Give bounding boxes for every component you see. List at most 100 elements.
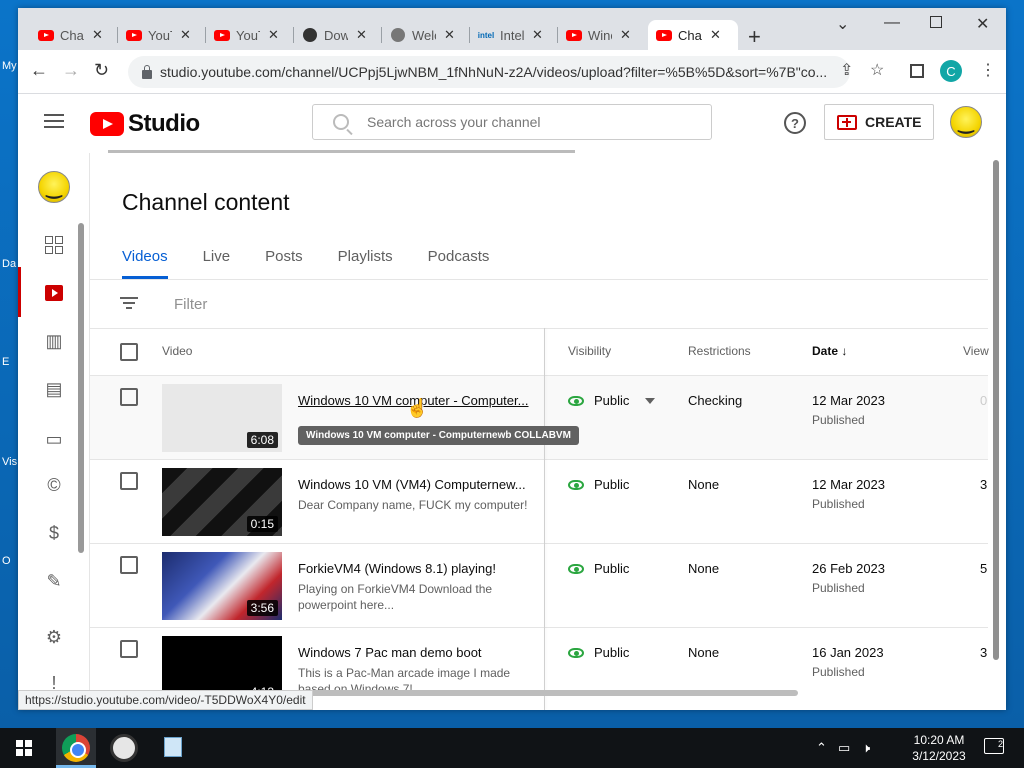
table-row[interactable]: 0:15 Windows 10 VM (VM4) Computernew... … [90,460,988,544]
close-icon[interactable]: ✕ [180,27,191,43]
close-icon[interactable]: ✕ [356,27,367,43]
bookmark-star-icon[interactable]: ☆ [870,60,884,80]
analytics-icon[interactable]: ▥ [44,331,64,351]
table-row[interactable]: 6:08 Windows 10 VM computer - Computer..… [90,376,988,460]
windows-start-icon[interactable] [16,740,32,756]
close-icon[interactable]: ✕ [620,27,631,43]
copyright-icon[interactable]: © [44,475,64,495]
desktop-icon-label[interactable]: Da [2,258,16,270]
video-thumbnail[interactable]: 6:08 [162,384,282,452]
video-title-link[interactable]: Windows 10 VM (VM4) Computernew... [298,477,530,492]
filter-icon[interactable] [120,297,138,309]
browser-tab[interactable]: Dow ✕ [294,20,382,50]
browser-tab[interactable]: Winc ✕ [558,20,646,50]
comments-icon[interactable]: ▤ [44,379,64,399]
tab-podcasts[interactable]: Podcasts [428,235,490,279]
sidebar-scrollbar[interactable] [78,223,84,553]
video-title-link[interactable]: Windows 7 Pac man demo boot [298,645,530,660]
col-views: View [963,344,989,358]
create-label: CREATE [865,114,922,130]
publish-status: Published [812,581,865,595]
url-field[interactable]: studio.youtube.com/channel/UCPpj5LjwNBM_… [128,56,850,88]
forward-button[interactable]: → [62,60,80,81]
browser-tab[interactable]: intel Intel ✕ [470,20,558,50]
help-icon[interactable]: ? [784,112,806,134]
browser-tab[interactable]: Char ✕ [30,20,118,50]
filter-input[interactable]: Filter [174,296,207,313]
visibility-label: Public [594,393,630,408]
col-date-sort[interactable]: Date ↓ [812,344,847,358]
customization-icon[interactable]: ✎ [44,571,64,591]
account-avatar[interactable] [950,106,982,139]
volume-icon[interactable]: 🕨 [862,740,870,756]
subtitles-icon[interactable]: ▭ [44,429,64,449]
menu-dots-icon[interactable]: ⋮ [980,60,996,80]
system-clock[interactable]: 10:20 AM 3/12/2023 [908,732,970,764]
tab-posts[interactable]: Posts [265,235,303,279]
settings-gear-icon[interactable]: ⚙ [44,627,64,647]
content-icon[interactable] [44,283,64,303]
tab-playlists[interactable]: Playlists [338,235,393,279]
close-icon[interactable]: ✕ [92,27,103,43]
tab-search-icon[interactable]: ⌄ [836,14,849,34]
profile-avatar[interactable]: C [940,60,962,82]
tab-strip: Char ✕ YouT ✕ YouT ✕ Dow ✕ Welc ✕ intel … [18,8,1006,50]
search-input[interactable]: Search across your channel [312,104,712,140]
column-divider [544,328,545,710]
row-checkbox[interactable] [120,640,138,658]
desktop-icon-label[interactable]: O [2,555,11,567]
visibility-status[interactable]: Public [568,645,629,660]
new-tab-button[interactable]: + [748,24,761,50]
visibility-status[interactable]: Public [568,561,629,576]
close-icon[interactable]: ✕ [710,27,721,43]
earn-icon[interactable]: $ [44,523,64,543]
desktop-icon-label[interactable]: E [2,356,9,368]
minimize-button[interactable]: — [884,14,900,32]
video-thumbnail[interactable]: 3:56 [162,552,282,620]
visibility-dropdown[interactable]: Public [568,393,656,408]
dropdown-arrow-icon[interactable] [645,397,656,404]
desktop-icon-label[interactable]: Vis [2,456,17,468]
dashboard-icon[interactable] [44,235,64,255]
close-icon[interactable]: ✕ [444,27,455,43]
notification-icon[interactable]: 2 [984,738,1004,754]
chrome-icon[interactable] [62,734,90,762]
table-row[interactable]: 3:56 ForkieVM4 (Windows 8.1) playing! Pl… [90,544,988,628]
row-checkbox[interactable] [120,472,138,490]
tab-videos[interactable]: Videos [122,235,168,279]
share-icon[interactable]: ⇪ [840,60,853,80]
studio-logo[interactable]: Studio [90,110,200,138]
row-checkbox[interactable] [120,556,138,574]
page-scrollbar[interactable] [992,160,1000,700]
video-title-link[interactable]: ForkieVM4 (Windows 8.1) playing! [298,561,530,576]
publish-status: Published [812,413,865,427]
side-panel-icon[interactable] [910,64,924,78]
browser-tab[interactable]: YouT ✕ [206,20,294,50]
restrictions-value: None [688,645,720,660]
create-button[interactable]: CREATE [824,104,934,140]
chevron-up-icon[interactable]: ⌃ [816,740,827,756]
image-viewer-icon[interactable] [164,737,182,757]
browser-tab[interactable]: YouT ✕ [118,20,206,50]
video-thumbnail[interactable]: 0:15 [162,468,282,536]
tab-live[interactable]: Live [203,235,231,279]
publish-status: Published [812,497,865,511]
reload-button[interactable]: ↻ [94,60,109,81]
desktop-icon-label[interactable]: My [2,60,17,72]
network-icon[interactable]: ▭ [838,740,850,756]
obs-icon[interactable] [110,734,138,762]
channel-avatar[interactable] [38,171,70,204]
horizontal-scrollbar[interactable] [286,690,798,696]
close-icon[interactable]: ✕ [532,27,543,43]
hamburger-menu-icon[interactable] [44,114,64,128]
back-button[interactable]: ← [30,60,48,81]
scrollbar-thumb[interactable] [993,160,999,660]
browser-tab-active[interactable]: Char ✕ [648,20,738,50]
browser-tab[interactable]: Welc ✕ [382,20,470,50]
row-checkbox[interactable] [120,388,138,406]
select-all-checkbox[interactable] [120,343,138,361]
visibility-status[interactable]: Public [568,477,629,492]
maximize-button[interactable] [930,16,942,28]
close-window-button[interactable]: ✕ [976,14,989,34]
close-icon[interactable]: ✕ [268,27,279,43]
